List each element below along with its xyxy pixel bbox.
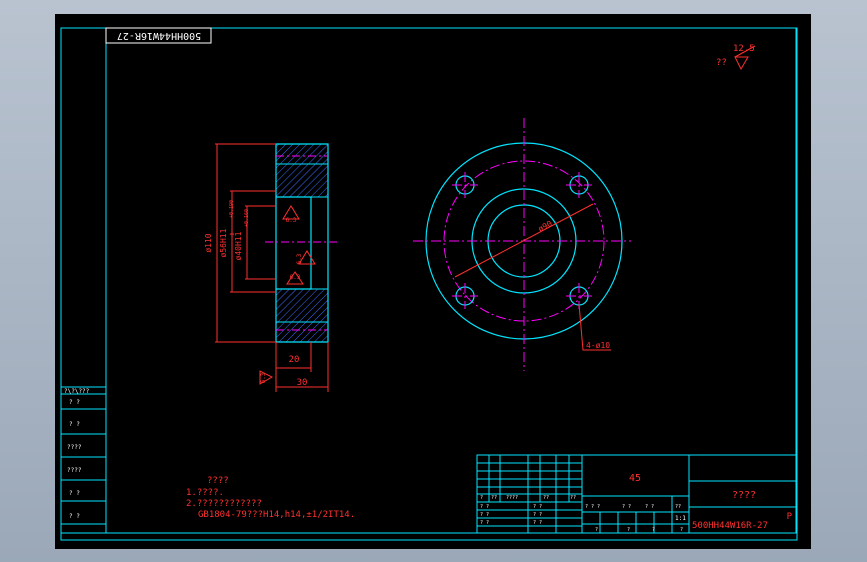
hatch-top-flange	[276, 144, 328, 164]
roughness-section-top: 6.3	[286, 217, 297, 224]
side-cell-5: ? ?	[69, 490, 80, 497]
side-cell-0: ?\?\???	[64, 388, 90, 395]
grid-row-1: ? ?	[480, 512, 489, 518]
hatch-bottom-flange	[276, 322, 328, 342]
notes-line-2: 2.????????????	[186, 499, 262, 509]
rotated-drawing-number: 500HH44W16R-27	[117, 30, 201, 41]
grid-row2-3: ??	[675, 504, 681, 510]
grid-row-2: ? ?	[480, 520, 489, 526]
grid-row3-0: ?	[595, 527, 598, 533]
plan-view: ø90 4-ø10	[413, 118, 631, 371]
scale-value: 1:1	[675, 515, 686, 522]
tol-zero: 0	[230, 232, 236, 235]
notes-line-1: 1.????.	[186, 488, 224, 498]
drawing-number: 500HH44W16R-27	[692, 521, 768, 531]
side-cell-2: ? ?	[69, 421, 80, 428]
grid-row3-1: ?	[627, 527, 630, 533]
notes-line-3: GB1804-79???H14,h14,±1/2IT14.	[198, 510, 355, 520]
grid-row2-1: ? ?	[622, 504, 631, 510]
title-block: ? ?? ???? ?? ?? ? ? ? ? ? ? ? ? ? ? ? ? …	[476, 454, 797, 534]
cad-drawing-viewport[interactable]: 500HH44W16R-27 12.5 ?? ø110 ø56H11 ø40H1…	[55, 14, 811, 549]
dim-pcd: ø90	[537, 219, 554, 234]
grid-row-b0: ? ?	[533, 504, 542, 510]
roughness-section-low: 6.3	[290, 274, 301, 281]
section-view: ø110 ø56H11 ø40H11 +0.190 +0.160 0 20 30…	[204, 143, 340, 392]
grid-row3-3: ?	[680, 527, 683, 533]
dim-width-total: 30	[297, 378, 308, 388]
grid-header-3: ??	[543, 495, 549, 501]
material-value: 45	[629, 473, 641, 484]
inner-border	[105, 27, 797, 534]
side-cell-4: ????	[67, 467, 82, 474]
roughness-bottom-left: 6.3	[260, 372, 267, 383]
grid-row3-2: ?	[652, 527, 655, 533]
tol-middle: +0.190	[229, 200, 235, 218]
grid-header-2: ????	[506, 495, 518, 501]
hatch-top-body	[276, 164, 328, 197]
tol-inner: +0.160	[244, 209, 250, 227]
hole-callout: 4-ø10	[586, 341, 610, 350]
dim-outer-diameter: ø110	[204, 233, 213, 252]
grid-row-b1: ? ?	[533, 512, 542, 518]
dim-middle-diameter: ø56H11	[219, 228, 228, 257]
side-cell-3: ????	[67, 444, 82, 451]
grid-header-4: ??	[570, 495, 576, 501]
notes: ???? 1.????. 2.???????????? GB1804-79???…	[186, 476, 355, 520]
grid-row-b2: ? ?	[533, 520, 542, 526]
grid-row-0: ? ?	[480, 504, 489, 510]
notes-heading: ????	[207, 476, 229, 486]
side-cell-1: ? ?	[69, 399, 80, 406]
roughness-section-mid: 6.3	[296, 253, 303, 264]
grid-header-0: ?	[480, 495, 483, 501]
side-cell-6: ? ?	[69, 513, 80, 520]
side-table: ?\?\??? ? ? ? ? ???? ???? ? ? ? ?	[60, 386, 107, 534]
grid-row2-2: ? ?	[645, 504, 654, 510]
grid-header-1: ??	[491, 495, 497, 501]
part-name: ????	[732, 490, 756, 501]
drawing-sheet: 500HH44W16R-27 12.5 ?? ø110 ø56H11 ø40H1…	[60, 27, 798, 541]
grid-row2-0: ? ? ?	[585, 504, 600, 510]
sheet-code: P	[787, 512, 793, 522]
roughness-corner-note: ??	[716, 58, 727, 68]
hatch-bottom-body	[276, 289, 328, 322]
dim-width-small: 20	[289, 355, 300, 365]
outer-border	[60, 27, 798, 541]
